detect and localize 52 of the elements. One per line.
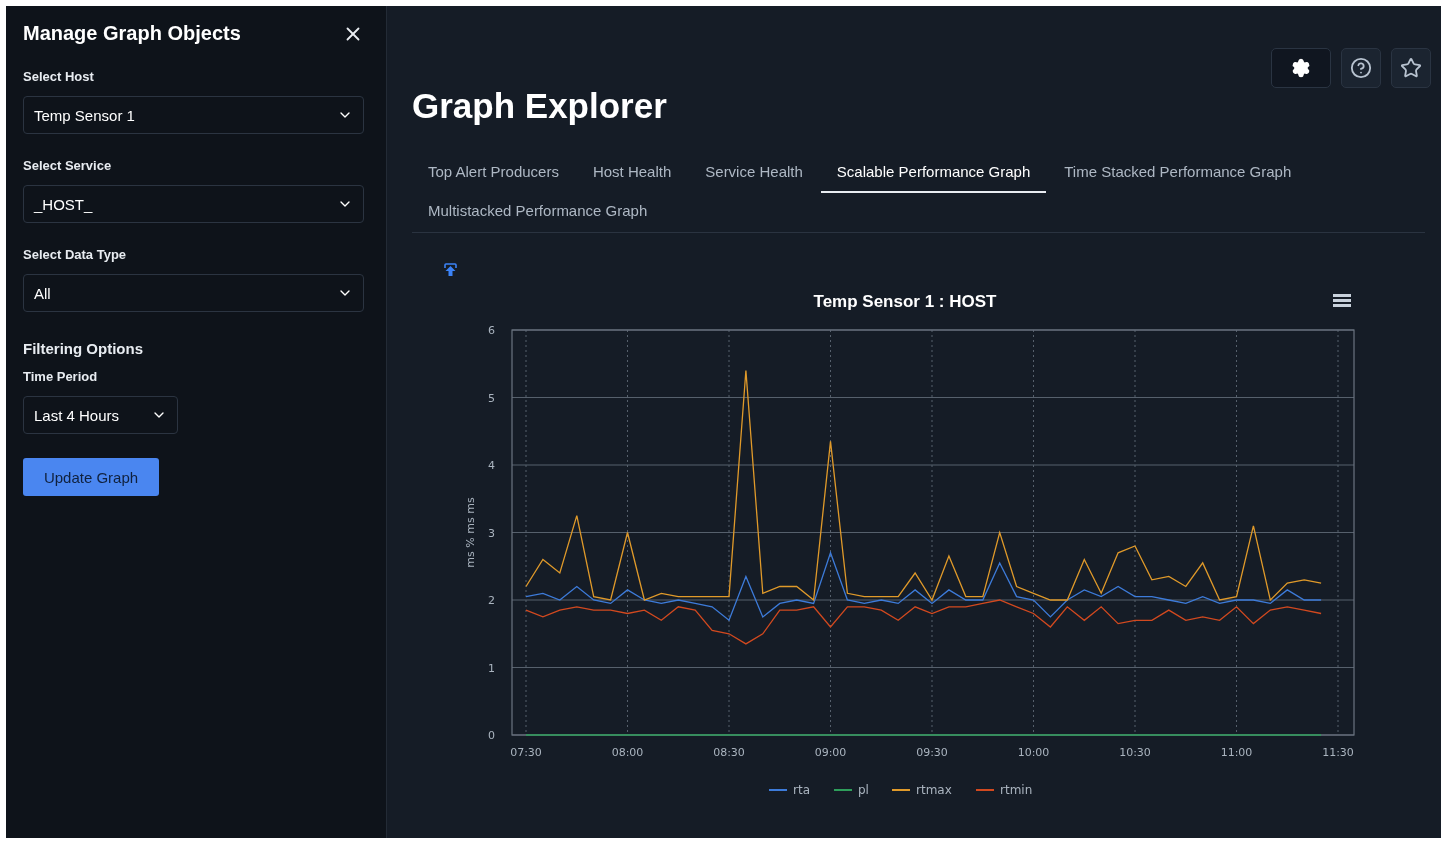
legend-item[interactable]: rtmin (975, 783, 1033, 797)
legend-item[interactable]: rta (768, 783, 810, 797)
axis-tick-label: 11:30 (1322, 746, 1354, 759)
axis-tick-label: 3 (488, 526, 495, 540)
tab[interactable]: Scalable Performance Graph (820, 154, 1047, 193)
help-button[interactable] (1341, 48, 1381, 88)
section-heading: Filtering Options (23, 340, 144, 357)
field-label: Select Host (23, 69, 95, 84)
settings-button[interactable] (1271, 48, 1331, 88)
star-button[interactable] (1391, 48, 1431, 88)
panel-title: Manage Graph Objects (23, 22, 241, 45)
dropdown-field[interactable]: All (23, 274, 364, 312)
tab[interactable]: Top Alert Producers (412, 154, 575, 193)
axis-tick-label: 4 (488, 459, 495, 472)
question-mark-icon (1350, 57, 1372, 79)
axis-tick-label: 6 (488, 324, 495, 337)
axis-tick-label: 10:30 (1119, 746, 1151, 759)
legend-label: rtmin (1000, 783, 1033, 797)
tab[interactable]: Multistacked Performance Graph (412, 193, 664, 232)
field-label: Select Service (23, 158, 113, 173)
menu-icon[interactable] (1333, 294, 1351, 307)
field-label: Time Period (23, 369, 99, 384)
tab[interactable]: Service Health (689, 154, 819, 193)
axis-tick-label: 10:00 (1017, 746, 1050, 759)
axis-tick-label: 5 (488, 391, 495, 405)
export-icon[interactable] (444, 263, 457, 277)
axis-tick-label: 09:30 (916, 746, 948, 759)
dropdown-field[interactable]: Last 4 Hours (23, 396, 178, 434)
tab[interactable]: Time Stacked Performance Graph (1048, 154, 1308, 193)
axis-tick-label: 11:00 (1220, 746, 1253, 759)
axis-tick-label: 08:00 (611, 746, 644, 759)
dropdown-field[interactable]: Temp Sensor 1 (23, 96, 364, 134)
legend-label: pl (858, 783, 869, 797)
dropdown-field[interactable]: _HOST_ (23, 185, 364, 223)
field-label: Select Data Type (23, 247, 128, 262)
star-icon (1400, 57, 1422, 79)
legend-label: rtmax (916, 783, 952, 797)
tab[interactable]: Host Health (576, 154, 688, 193)
axis-tick-label: 08:30 (713, 746, 745, 759)
update-graph-button[interactable]: Update Graph (23, 458, 159, 496)
axis-tick-label: 1 (488, 661, 495, 675)
legend-item[interactable]: pl (833, 783, 869, 797)
page-title: Graph Explorer (412, 86, 668, 126)
axis-tick-label: 07:30 (510, 746, 542, 759)
axis-tick-label: 0 (488, 729, 495, 742)
legend-label: rta (793, 783, 810, 797)
legend-item[interactable]: rtmax (891, 783, 952, 797)
chart-title: Temp Sensor 1 : HOST (813, 292, 997, 311)
axis-tick-label: 09:00 (814, 746, 847, 759)
gear-icon (1291, 58, 1311, 78)
axis-tick-label: 2 (488, 594, 495, 607)
axis-title: ms % ms ms (464, 497, 477, 568)
